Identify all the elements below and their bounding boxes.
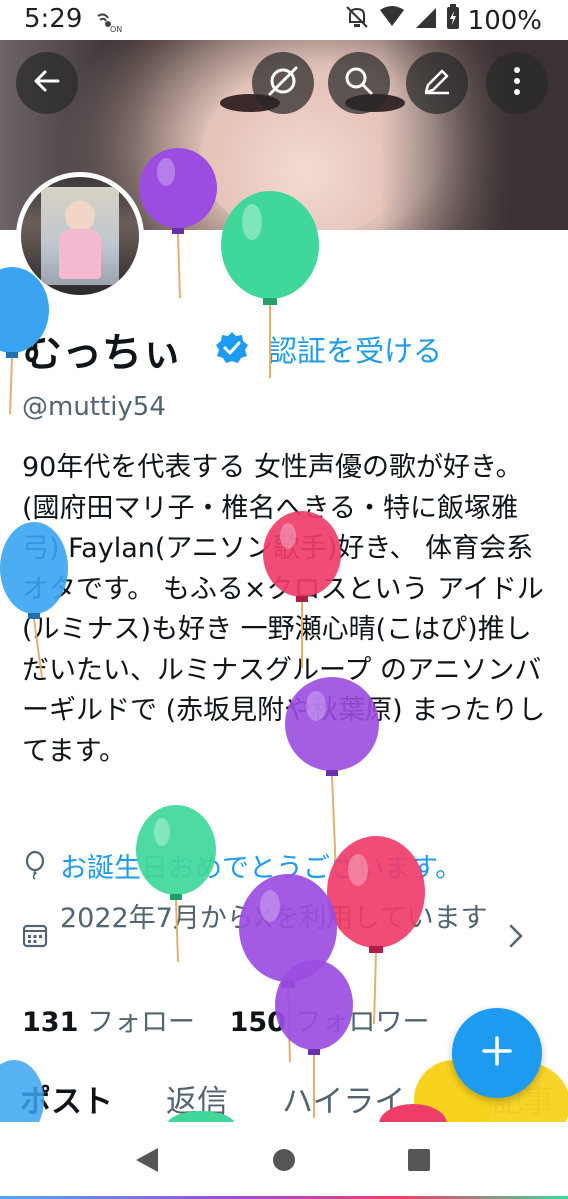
- battery-percent: 100%: [467, 5, 542, 36]
- back-button[interactable]: [16, 52, 78, 114]
- balloon-red: [262, 510, 342, 674]
- status-icons: 100%: [344, 4, 542, 37]
- nfc-label: ON: [110, 25, 122, 34]
- balloon-purple: [138, 148, 220, 312]
- compose-button[interactable]: [452, 1008, 542, 1098]
- avatar-detail: [65, 201, 95, 231]
- balloon-blue: [0, 266, 50, 420]
- plus-icon: [480, 1034, 514, 1072]
- balloon-blue: [0, 520, 70, 684]
- grok-button[interactable]: [252, 52, 314, 114]
- nav-home-button[interactable]: [272, 1148, 296, 1176]
- battery-icon: [446, 4, 460, 37]
- balloon-purple: [274, 960, 356, 1124]
- search-button[interactable]: [328, 52, 390, 114]
- grok-icon: [266, 64, 300, 102]
- more-vertical-icon: [512, 66, 522, 100]
- signal-icon: [414, 4, 438, 37]
- arrow-left-icon: [32, 66, 62, 100]
- chevron-right-icon[interactable]: [506, 922, 526, 954]
- nav-recents-button[interactable]: [408, 1149, 430, 1175]
- following-link[interactable]: 131 フォロー: [22, 1007, 195, 1038]
- avatar-detail: [59, 229, 101, 279]
- edit-button[interactable]: [406, 52, 468, 114]
- nav-back-button[interactable]: [134, 1146, 160, 1178]
- following-count: 131: [22, 1007, 79, 1038]
- calendar-icon: [22, 922, 48, 952]
- balloon-icon: [22, 850, 48, 884]
- status-bar: 5:29 ON 100%: [0, 0, 568, 40]
- status-time: 5:29: [24, 4, 83, 34]
- nfc-icon: ON: [94, 10, 124, 38]
- more-button[interactable]: [486, 52, 548, 114]
- balloon-green: [220, 190, 322, 384]
- following-label: フォロー: [86, 1007, 195, 1038]
- system-nav-bar: [0, 1122, 568, 1199]
- balloon-green: [136, 804, 220, 968]
- pencil-icon: [421, 65, 453, 101]
- search-icon: [343, 65, 375, 101]
- wifi-icon: [378, 4, 406, 37]
- mute-bell-icon: [344, 4, 370, 37]
